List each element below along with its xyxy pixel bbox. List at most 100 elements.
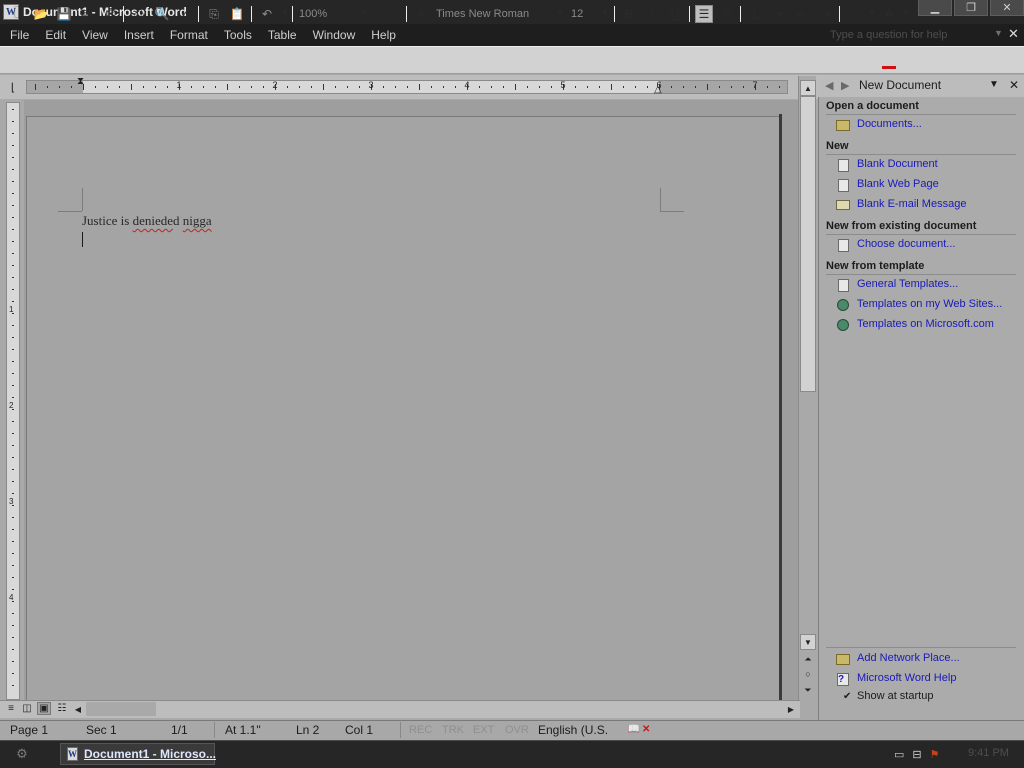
borders-icon[interactable]: ▢: [846, 5, 864, 23]
link-add-network-place[interactable]: Add Network Place...: [857, 652, 960, 664]
show-at-startup-checkbox[interactable]: ✔: [843, 691, 851, 702]
crop-mark: [58, 211, 82, 212]
menu-view[interactable]: View: [74, 28, 116, 42]
normal-view-icon[interactable]: ≡: [4, 702, 18, 715]
help-dropdown-icon[interactable]: ▼: [994, 28, 1003, 38]
open-icon[interactable]: 📂: [32, 5, 50, 23]
undo-dropdown-icon[interactable]: ▼: [281, 8, 289, 17]
security-alert-icon[interactable]: ⚑: [930, 748, 940, 761]
toolbar-options-icon[interactable]: »: [386, 5, 404, 23]
spelling-icon[interactable]: ✓: [176, 5, 194, 23]
link-choose-document[interactable]: Choose document...: [857, 238, 955, 250]
spelling-status-icon[interactable]: 📖 ✕: [628, 723, 651, 736]
menu-insert[interactable]: Insert: [116, 28, 162, 42]
minimize-icon[interactable]: ▁: [918, 0, 952, 16]
network-icon[interactable]: ⊟: [912, 748, 921, 761]
document-close-icon[interactable]: ✕: [1008, 26, 1019, 42]
email-icon[interactable]: ✉: [102, 5, 120, 23]
start-button[interactable]: ⚙: [4, 744, 40, 764]
status-page: Page 1: [10, 723, 49, 737]
increase-indent-icon[interactable]: ⇥: [816, 5, 834, 23]
status-ovr[interactable]: OVR: [505, 724, 529, 736]
horizontal-ruler[interactable]: 1 2 3 4 5 6 7: [26, 80, 788, 94]
task-pane-menu-icon[interactable]: ▼: [989, 79, 999, 90]
vertical-ruler[interactable]: 1 2 3 4: [6, 102, 20, 700]
task-pane-close-icon[interactable]: ✕: [1009, 78, 1019, 92]
print-icon[interactable]: ⎙: [130, 5, 148, 23]
numbering-icon[interactable]: ⒈: [747, 5, 765, 23]
borders-dropdown-icon[interactable]: ▼: [868, 8, 876, 17]
spelling-error-word[interactable]: deniede: [133, 213, 173, 228]
link-blank-document[interactable]: Blank Document: [857, 158, 938, 170]
previous-page-icon[interactable]: ⏶: [801, 653, 815, 665]
restore-icon[interactable]: ❐: [954, 0, 988, 16]
document-page[interactable]: [26, 116, 781, 708]
save-icon[interactable]: 💾: [55, 5, 73, 23]
align-center-icon[interactable]: ≡: [718, 5, 736, 23]
menu-file[interactable]: File: [2, 28, 37, 42]
web-layout-icon[interactable]: ◫: [20, 702, 34, 715]
tab-selector-icon[interactable]: ⌊: [6, 80, 20, 94]
font-name-dropdown-icon[interactable]: ▼: [556, 8, 564, 17]
paste-icon[interactable]: 📋: [228, 5, 246, 23]
menu-edit[interactable]: Edit: [37, 28, 74, 42]
zoom-combo[interactable]: 100%: [299, 5, 357, 23]
bullets-icon[interactable]: •: [770, 5, 788, 23]
undo-icon[interactable]: ↶: [258, 5, 276, 23]
next-page-icon[interactable]: ⏷: [801, 684, 815, 696]
outline-view-icon[interactable]: ☷: [55, 702, 69, 715]
spelling-error-word[interactable]: nigga: [183, 213, 212, 228]
link-documents[interactable]: Documents...: [857, 118, 922, 130]
link-general-templates[interactable]: General Templates...: [857, 278, 958, 290]
link-blank-web-page[interactable]: Blank Web Page: [857, 178, 939, 190]
print-preview-icon[interactable]: 🔍: [153, 5, 171, 23]
ruler-tick: [395, 86, 396, 88]
scroll-left-button[interactable]: ◀: [72, 702, 84, 716]
font-color-icon[interactable]: A: [880, 5, 898, 23]
status-rec[interactable]: REC: [409, 724, 432, 736]
font-size-combo[interactable]: 12: [571, 5, 597, 23]
bold-button[interactable]: B: [620, 5, 638, 23]
scroll-right-button[interactable]: ▶: [785, 702, 797, 716]
document-text[interactable]: Justice is denieded nigga: [82, 213, 212, 229]
keyboard-icon[interactable]: ▭: [894, 748, 904, 761]
ruler-tick: [12, 301, 14, 302]
task-pane-forward-icon[interactable]: ▶: [841, 79, 849, 92]
menu-tools[interactable]: Tools: [216, 28, 260, 42]
status-trk[interactable]: TRK: [442, 724, 464, 736]
right-indent-marker[interactable]: △: [654, 84, 662, 95]
vertical-scroll-thumb[interactable]: [800, 96, 816, 392]
font-size-dropdown-icon[interactable]: ▼: [601, 8, 609, 17]
styles-icon[interactable]: A: [412, 5, 430, 23]
permission-icon[interactable]: ▤: [78, 5, 96, 23]
new-document-icon[interactable]: 🗋: [10, 5, 28, 23]
ruler-number: 2: [272, 80, 278, 90]
status-ext[interactable]: EXT: [473, 724, 494, 736]
menu-help[interactable]: Help: [363, 28, 404, 42]
italic-button[interactable]: I: [643, 5, 661, 23]
scroll-down-button[interactable]: ▼: [800, 634, 816, 650]
select-browse-object-icon[interactable]: ○: [801, 668, 815, 680]
menu-table[interactable]: Table: [260, 28, 305, 42]
copy-icon[interactable]: ⎘: [205, 5, 223, 23]
link-templates-microsoft[interactable]: Templates on Microsoft.com: [857, 318, 994, 330]
link-word-help[interactable]: Microsoft Word Help: [857, 672, 956, 684]
close-icon[interactable]: ✕: [990, 0, 1024, 16]
task-pane-back-icon[interactable]: ◀: [825, 79, 833, 92]
menu-window[interactable]: Window: [305, 28, 364, 42]
taskbar-button-word[interactable]: W Document1 - Microso...: [60, 743, 216, 765]
print-layout-icon[interactable]: ▣: [37, 702, 51, 715]
horizontal-scroll-thumb[interactable]: [86, 702, 156, 716]
decrease-indent-icon[interactable]: ⇤: [793, 5, 811, 23]
underline-button[interactable]: U: [666, 5, 684, 23]
link-templates-web-sites[interactable]: Templates on my Web Sites...: [857, 298, 1002, 310]
ask-question-box[interactable]: Type a question for help: [826, 26, 996, 43]
link-blank-email[interactable]: Blank E-mail Message: [857, 198, 966, 210]
font-name-combo[interactable]: Times New Roman: [436, 5, 554, 23]
font-color-dropdown-icon[interactable]: ▼: [902, 8, 910, 17]
align-left-icon[interactable]: ☰: [695, 5, 713, 23]
zoom-dropdown-icon[interactable]: ▼: [360, 8, 368, 17]
first-line-indent-marker[interactable]: ⧗: [77, 76, 84, 87]
menu-format[interactable]: Format: [162, 28, 216, 42]
scroll-up-button[interactable]: ▲: [800, 80, 816, 96]
